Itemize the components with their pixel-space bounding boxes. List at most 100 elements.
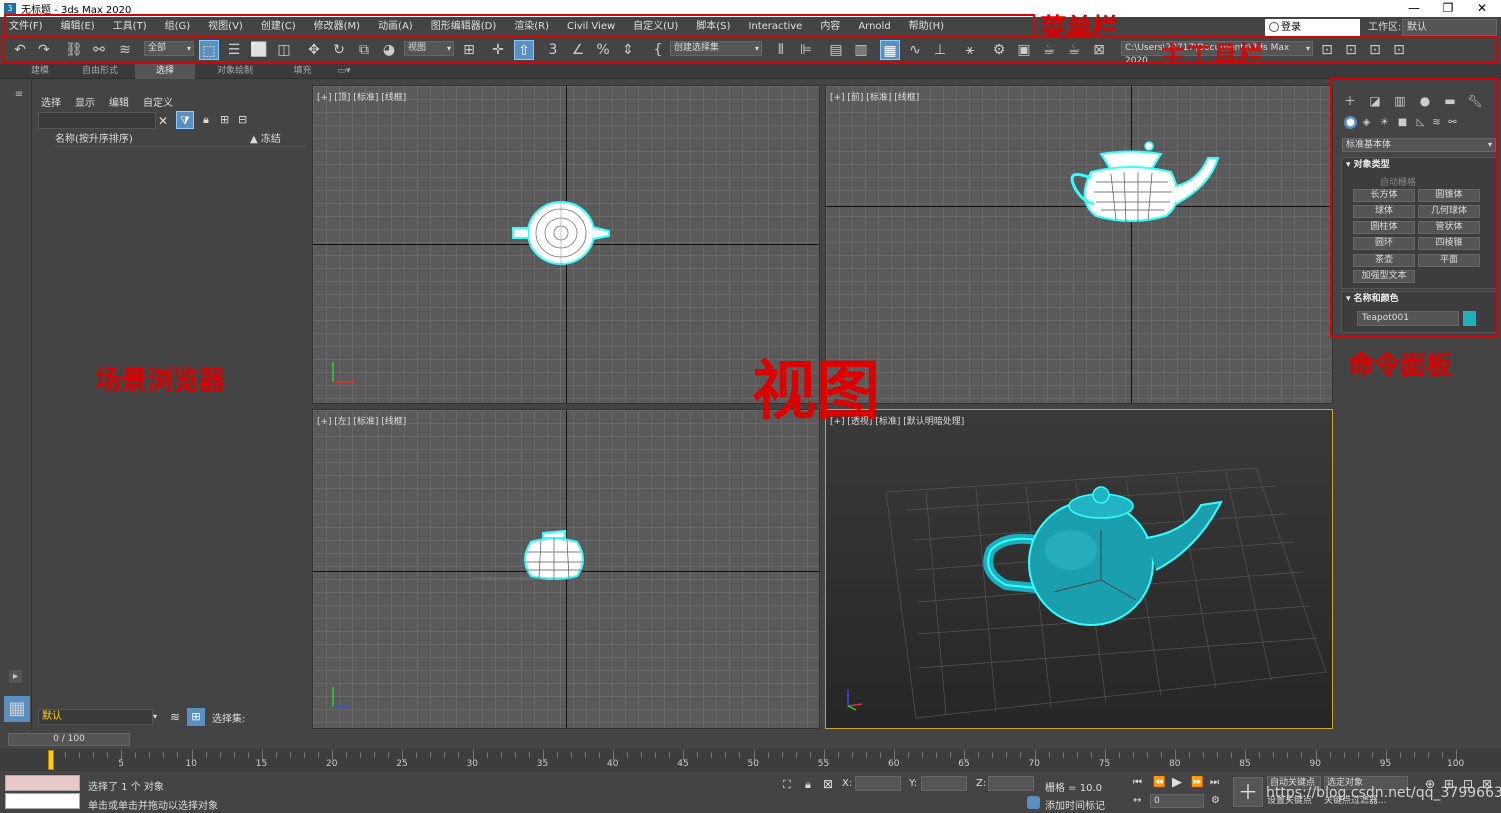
pyramid-button[interactable]: 四棱锥: [1418, 237, 1480, 250]
curve-editor-icon[interactable]: ∿: [905, 40, 925, 60]
placement-icon[interactable]: ◕: [379, 40, 399, 60]
ribbon-toggle-icon[interactable]: ▥: [851, 40, 871, 60]
maxscript-listener[interactable]: [5, 775, 80, 791]
absolute-mode-icon[interactable]: ⊠: [823, 777, 833, 791]
goto-end-icon[interactable]: ⏭: [1210, 777, 1219, 788]
ribbon-tab-object-paint[interactable]: 对象绘制: [200, 64, 270, 79]
rotate-icon[interactable]: ↻: [329, 40, 349, 60]
menu-interactive[interactable]: Interactive: [739, 17, 811, 37]
menu-file[interactable]: 文件(F): [0, 17, 52, 37]
plane-button[interactable]: 平面: [1418, 254, 1480, 267]
login-dropdown[interactable]: 登录: [1265, 19, 1360, 36]
mirror-icon[interactable]: ⫴: [771, 40, 791, 60]
menu-views[interactable]: 视图(V): [199, 17, 252, 37]
clear-search-icon[interactable]: ✕: [158, 114, 168, 128]
time-config-icon[interactable]: ⚙: [1211, 795, 1220, 806]
explorer-menu-customize[interactable]: 自定义: [143, 94, 173, 109]
hierarchy-tab-icon[interactable]: ▥: [1392, 93, 1408, 109]
geosphere-button[interactable]: 几何球体: [1418, 205, 1480, 218]
ribbon-options-icon[interactable]: ▭▾: [333, 64, 355, 79]
menu-modifiers[interactable]: 修改器(M): [305, 17, 369, 37]
menu-content[interactable]: 内容: [811, 17, 849, 37]
viewport-front-label[interactable]: [+] [前] [标准] [线框]: [830, 90, 919, 103]
ribbon-tab-populate[interactable]: 填充: [275, 64, 330, 79]
object-color-swatch[interactable]: [1463, 311, 1476, 326]
spinner-snap-icon[interactable]: ⇕: [618, 40, 638, 60]
maxscript-input[interactable]: [5, 793, 80, 809]
menu-graph-editors[interactable]: 图形编辑器(D): [422, 17, 506, 37]
align-icon[interactable]: ⊫: [796, 40, 816, 60]
menu-civil-view[interactable]: Civil View: [558, 17, 624, 37]
motion-tab-icon[interactable]: ●: [1417, 93, 1433, 109]
unlink-icon[interactable]: ⚯: [89, 40, 109, 60]
cylinder-button[interactable]: 圆柱体: [1353, 221, 1415, 234]
keyboard-shortcut-override-icon[interactable]: ⇧: [514, 40, 534, 60]
object-type-header[interactable]: ▾ 对象类型: [1342, 158, 1496, 172]
select-manipulate-icon[interactable]: ✛: [488, 40, 508, 60]
time-slider[interactable]: 0 / 100: [8, 733, 130, 746]
viewport-left-label[interactable]: [+] [左] [标准] [线框]: [317, 414, 406, 427]
key-mode-icon[interactable]: ↔: [1133, 795, 1141, 806]
tube-button[interactable]: 管状体: [1418, 221, 1480, 234]
cone-button[interactable]: 圆锥体: [1418, 189, 1480, 202]
viewport-perspective[interactable]: [+] [透视] [标准] [默认明暗处理]: [825, 409, 1333, 729]
set-project-icon[interactable]: ⊡: [1341, 40, 1361, 60]
box-button[interactable]: 长方体: [1353, 189, 1415, 202]
workspace-dropdown[interactable]: 默认: [1402, 19, 1497, 36]
torus-button[interactable]: 圆环: [1353, 237, 1415, 250]
selection-filter-dropdown[interactable]: 全部: [144, 41, 194, 56]
goto-start-icon[interactable]: ⏮: [1133, 777, 1142, 788]
move-icon[interactable]: ✥: [304, 40, 324, 60]
z-coord-field[interactable]: [988, 776, 1034, 791]
layer-stack-icon[interactable]: ≋: [170, 710, 180, 724]
name-color-header[interactable]: ▾ 名称和颜色: [1342, 292, 1496, 306]
layers-icon[interactable]: ⊟: [238, 113, 247, 126]
render-production-icon[interactable]: ☕: [1039, 40, 1059, 60]
material-editor-icon[interactable]: ⚹: [960, 40, 980, 60]
named-selection-dropdown[interactable]: 创建选择集: [670, 41, 762, 56]
lock-icon[interactable]: 🔒︎: [203, 113, 209, 127]
select-object-icon[interactable]: ⬚: [199, 40, 219, 60]
explorer-options-icon[interactable]: ≡: [9, 88, 29, 101]
explorer-menu-display[interactable]: 显示: [75, 94, 95, 109]
pivot-center-icon[interactable]: ⊞: [459, 40, 479, 60]
angle-snap-icon[interactable]: ∠: [568, 40, 588, 60]
ribbon-tab-selection[interactable]: 选择: [135, 64, 195, 79]
column-freeze[interactable]: ▲ 冻结: [250, 132, 281, 147]
maximize-button[interactable]: ❐: [1431, 0, 1465, 17]
explorer-search-input[interactable]: [38, 112, 156, 129]
sphere-button[interactable]: 球体: [1353, 205, 1415, 218]
textplus-button[interactable]: 加强型文本: [1353, 270, 1415, 283]
layer-explorer-icon[interactable]: ▤: [826, 40, 846, 60]
project-settings-icon[interactable]: ⊡: [1365, 40, 1385, 60]
lights-category-icon[interactable]: ☀: [1378, 116, 1391, 129]
spacewarps-category-icon[interactable]: ≋: [1430, 116, 1443, 129]
column-name[interactable]: 名称(按升序排序): [55, 134, 133, 145]
bind-spacewarp-icon[interactable]: ≋: [115, 40, 135, 60]
hierarchy-icon[interactable]: ⊞: [220, 113, 229, 126]
close-button[interactable]: ✕: [1465, 0, 1499, 17]
shapes-category-icon[interactable]: ◈: [1360, 116, 1373, 129]
render-setup-icon[interactable]: ⚙: [989, 40, 1009, 60]
add-time-tag[interactable]: 添加时间标记: [1045, 797, 1105, 812]
helpers-category-icon[interactable]: ◺: [1414, 116, 1427, 129]
project-folder-icon[interactable]: ⊡: [1317, 40, 1337, 60]
render-iterative-icon[interactable]: ☕: [1064, 40, 1084, 60]
ribbon-tab-freeform[interactable]: 自由形式: [70, 64, 130, 79]
select-by-name-icon[interactable]: ☰: [224, 40, 244, 60]
menu-edit[interactable]: 编辑(E): [52, 17, 104, 37]
prev-frame-icon[interactable]: ⏪: [1153, 777, 1165, 788]
menu-arnold[interactable]: Arnold: [849, 17, 899, 37]
layer-dropdown-arrow-icon[interactable]: ▾: [153, 712, 157, 721]
selection-lock-icon[interactable]: 🔒︎: [805, 778, 811, 792]
explorer-menu-edit[interactable]: 编辑: [109, 94, 129, 109]
render-cloud-icon[interactable]: ⊠: [1089, 40, 1109, 60]
expand-panel-icon[interactable]: ▸: [9, 670, 22, 683]
menu-create[interactable]: 创建(C): [252, 17, 305, 37]
menu-tools[interactable]: 工具(T): [104, 17, 156, 37]
menu-group[interactable]: 组(G): [156, 17, 200, 37]
explorer-column-header[interactable]: 名称(按升序排序) ▲ 冻结: [55, 132, 307, 147]
create-tab-icon[interactable]: ＋: [1342, 93, 1358, 109]
minimize-button[interactable]: —: [1397, 0, 1431, 17]
next-frame-icon[interactable]: ⏩: [1191, 777, 1203, 788]
